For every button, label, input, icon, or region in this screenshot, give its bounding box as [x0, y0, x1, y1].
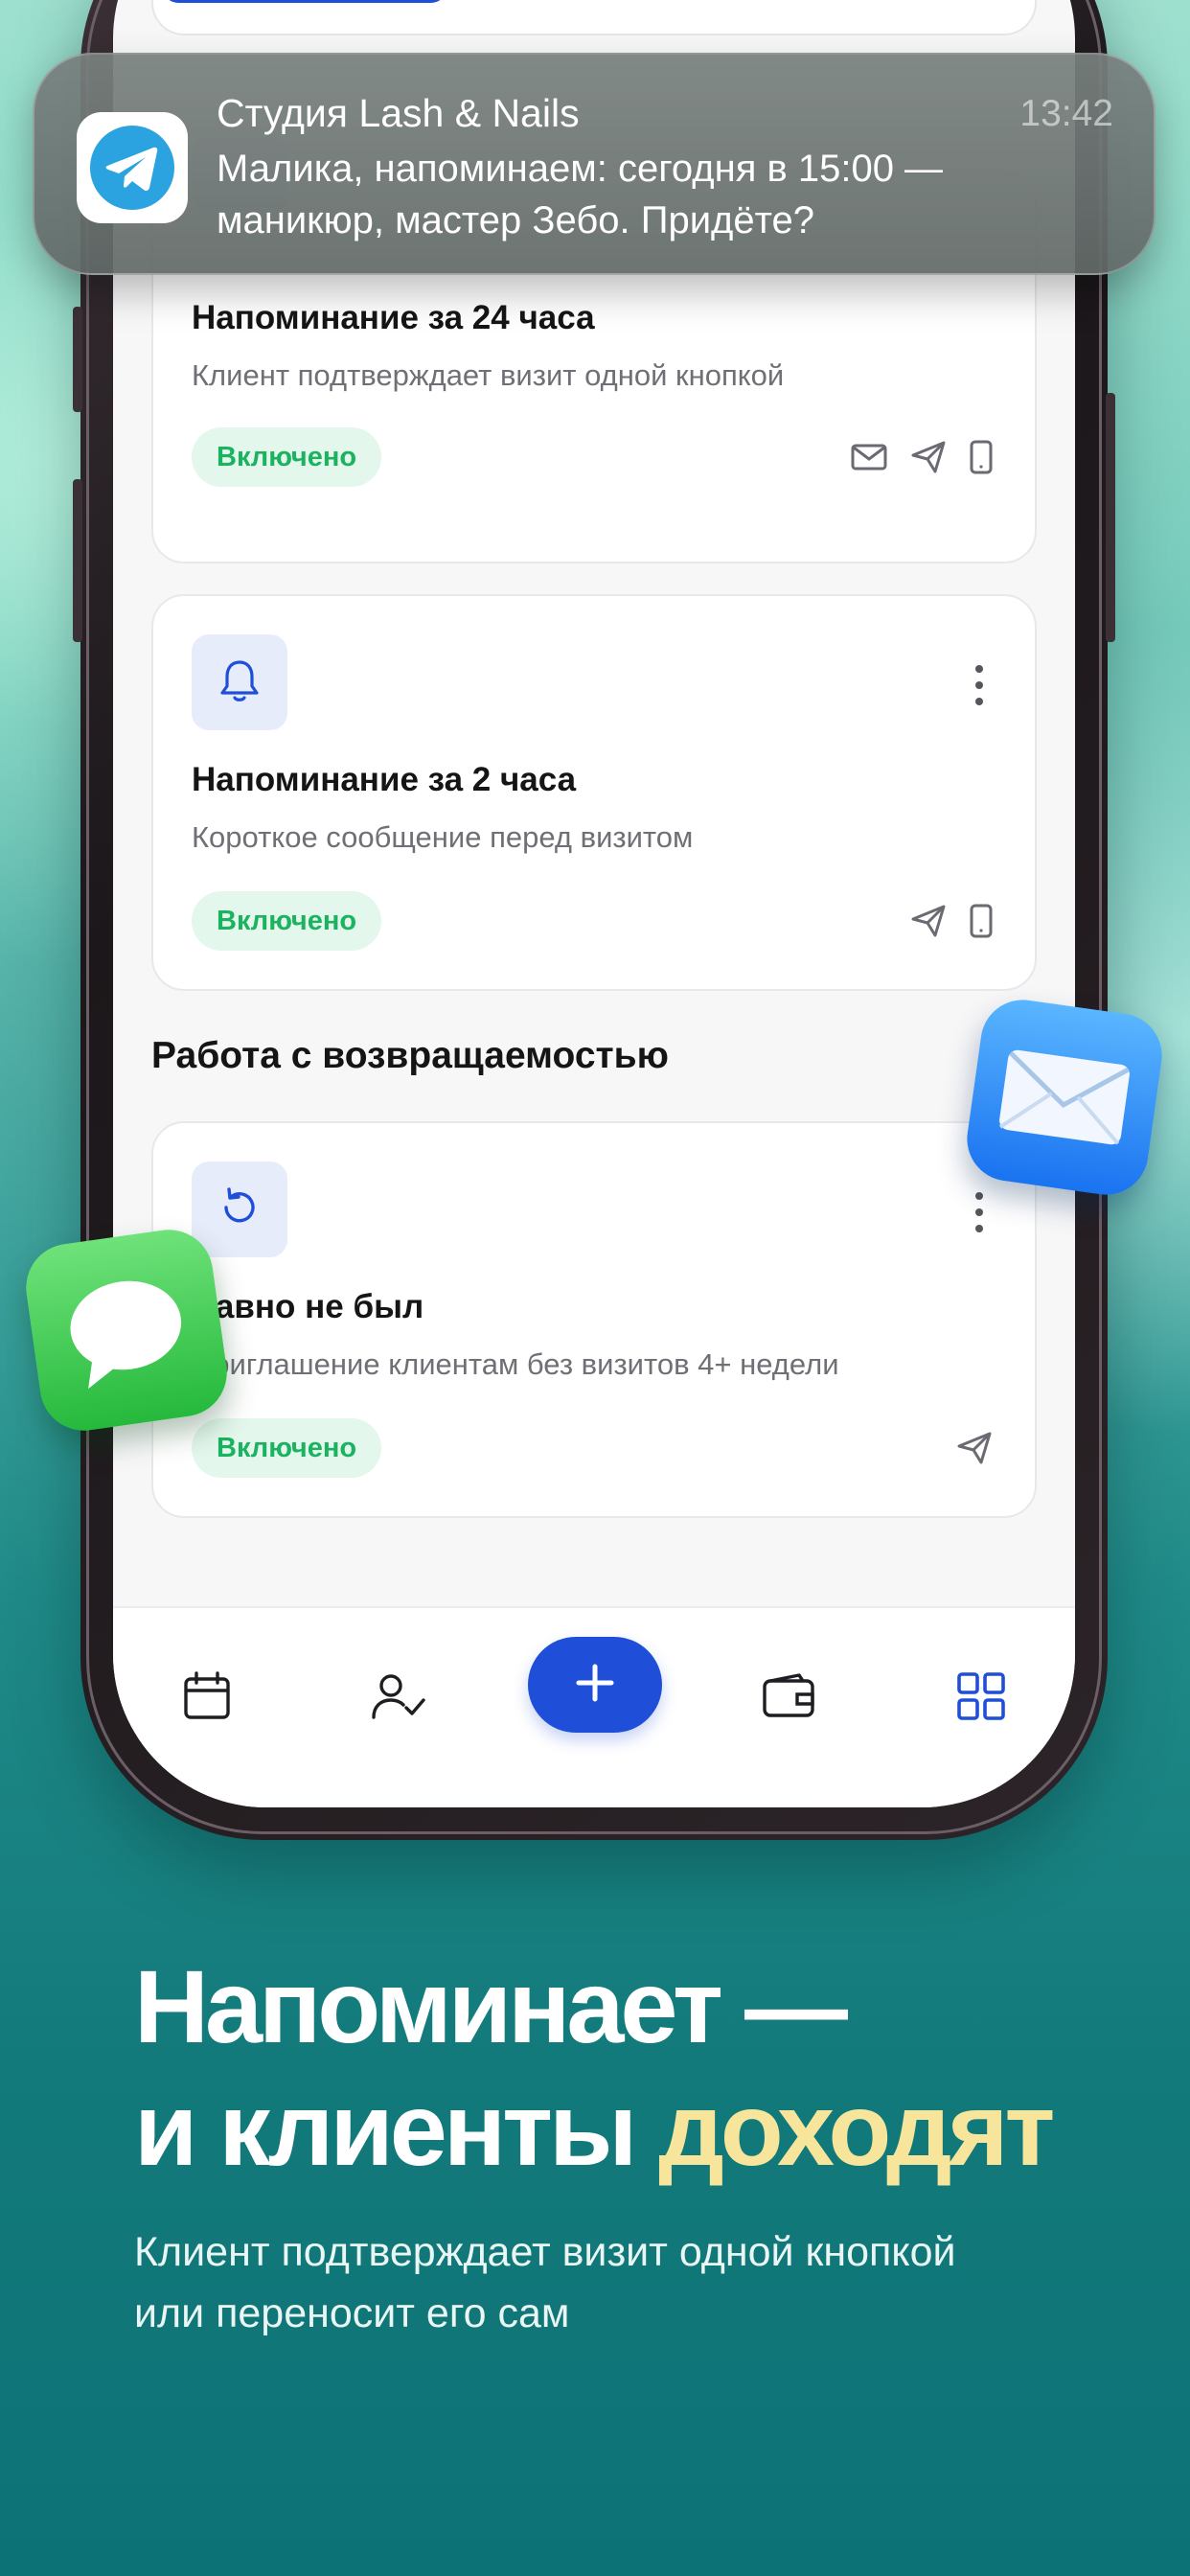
primary-button[interactable]	[163, 0, 446, 3]
headline-line-2: и клиенты доходят	[134, 2068, 1055, 2191]
headline-white: и клиенты	[134, 2071, 637, 2187]
send-icon	[910, 440, 947, 479]
winback-card[interactable]: Давно не был Приглашение клиентам без ви…	[151, 1121, 1037, 1518]
bell-icon	[217, 656, 262, 709]
card-title: Напоминание за 2 часа	[192, 761, 577, 798]
card-description: Короткое сообщение перед визитом	[192, 820, 694, 854]
subheadline: Клиент подтверждает визит одной кнопкой …	[134, 2229, 956, 2336]
phone-icon	[970, 440, 993, 479]
headline-line-1: Напоминает —	[134, 1948, 848, 2064]
clients-icon[interactable]	[370, 1668, 427, 1725]
add-button[interactable]	[528, 1637, 662, 1733]
channel-icons	[851, 440, 993, 479]
wallet-icon[interactable]	[760, 1668, 817, 1725]
status-badge[interactable]: Включено	[192, 891, 382, 951]
plus-icon	[574, 1662, 616, 1709]
calendar-icon[interactable]	[178, 1668, 236, 1725]
card-description: Клиент подтверждает визит одной кнопкой	[192, 358, 785, 392]
messages-app-icon	[20, 1224, 233, 1437]
phone-side-button	[73, 307, 82, 412]
mail-icon	[851, 441, 887, 478]
headline-accent: доходят	[658, 2071, 1055, 2187]
send-icon	[956, 1431, 993, 1470]
more-menu-button[interactable]	[973, 1192, 985, 1232]
notification-title: Студия Lash & Nails	[217, 91, 580, 135]
phone-power-button	[1106, 393, 1115, 642]
reminder-card-2h[interactable]: Напоминание за 2 часа Короткое сообщение…	[151, 594, 1037, 991]
notification-body: Малика, напоминаем: сегодня в 15:00 — ма…	[217, 148, 944, 242]
bell-icon-box	[192, 634, 287, 730]
mail-app-icon	[961, 994, 1168, 1201]
channel-icons	[956, 1431, 993, 1470]
card-description: Приглашение клиентам без визитов 4+ неде…	[192, 1347, 839, 1381]
card-title: Давно не был	[192, 1288, 424, 1325]
grid-icon[interactable]	[952, 1668, 1010, 1725]
headline: Напоминает — и клиенты доходят	[134, 1945, 1055, 2191]
phone-side-button	[73, 479, 82, 642]
push-notification[interactable]: Студия Lash & Nails 13:42 Малика, напоми…	[33, 53, 1156, 275]
notification-time: 13:42	[1019, 93, 1113, 134]
section-title: Работа с возвращаемостью	[151, 1035, 669, 1076]
status-badge[interactable]: Включено	[192, 1418, 382, 1478]
channel-icons	[910, 904, 993, 943]
refresh-icon-box	[192, 1162, 287, 1257]
phone-icon	[970, 904, 993, 943]
refresh-icon	[217, 1184, 263, 1235]
more-menu-button[interactable]	[973, 665, 985, 705]
status-badge[interactable]: Включено	[192, 427, 382, 487]
previous-card	[151, 0, 1037, 35]
bottom-nav	[113, 1606, 1075, 1807]
card-title: Напоминание за 24 часа	[192, 299, 595, 336]
send-icon	[910, 904, 947, 943]
telegram-app-icon	[77, 112, 188, 223]
